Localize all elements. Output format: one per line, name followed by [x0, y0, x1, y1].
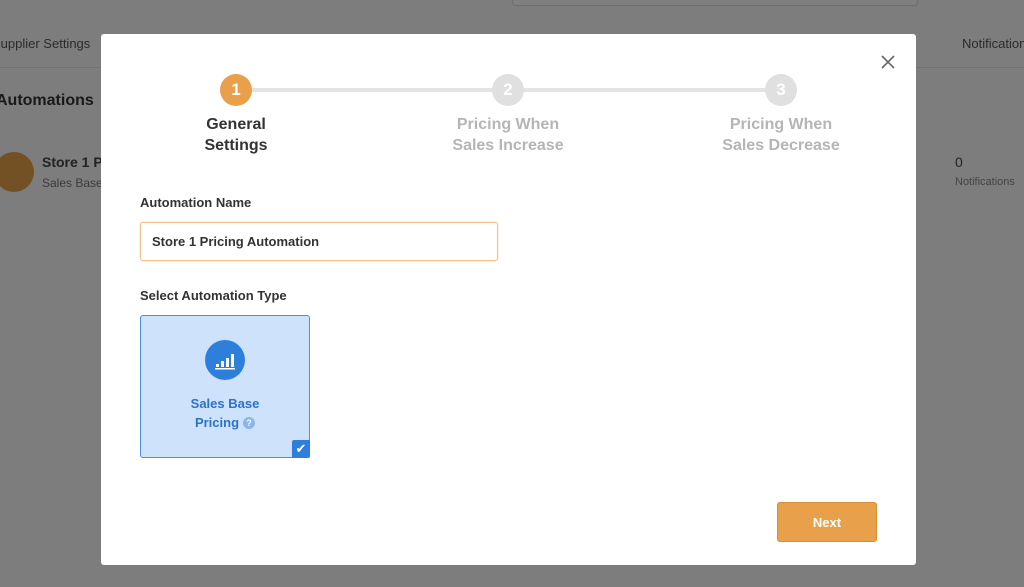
create-automation-modal: 1 General Settings 2 Pricing When Sales …	[101, 34, 916, 565]
step-label-line: Sales Decrease	[722, 137, 840, 154]
automation-type-card-sales-base-pricing[interactable]: Sales Base Pricing? ✔	[140, 315, 310, 458]
step-pricing-sales-increase[interactable]: 2 Pricing When Sales Increase	[428, 74, 588, 156]
automation-type-label-text: Sales Base Pricing?	[141, 394, 309, 432]
checkmark-icon: ✔	[292, 440, 310, 458]
next-button[interactable]: Next	[777, 502, 877, 542]
step-number-badge: 2	[492, 74, 524, 106]
automation-type-label: Select Automation Type	[140, 288, 287, 303]
step-number-badge: 1	[220, 74, 252, 106]
step-label-line: General	[206, 116, 266, 133]
step-label: Pricing When Sales Decrease	[701, 114, 861, 156]
automation-name-label: Automation Name	[140, 195, 252, 210]
stepper: 1 General Settings 2 Pricing When Sales …	[101, 74, 916, 174]
close-button[interactable]	[878, 52, 898, 72]
type-label-line: Sales Base	[190, 396, 260, 411]
automation-name-input[interactable]	[140, 222, 498, 261]
step-label: Pricing When Sales Increase	[428, 114, 588, 156]
bar-chart-icon	[205, 340, 245, 380]
help-icon[interactable]: ?	[243, 417, 256, 429]
type-label-text: Pricing	[194, 415, 240, 430]
step-label-line: Pricing When	[729, 116, 833, 133]
type-label-line: Pricing?	[141, 413, 309, 432]
step-label-line: Settings	[204, 137, 268, 154]
step-label-line: Sales Increase	[452, 137, 564, 154]
step-label-line: Pricing When	[456, 116, 560, 133]
close-icon	[881, 55, 895, 69]
step-label: General Settings	[156, 114, 316, 156]
step-general-settings[interactable]: 1 General Settings	[156, 74, 316, 156]
step-number-badge: 3	[765, 74, 797, 106]
step-pricing-sales-decrease[interactable]: 3 Pricing When Sales Decrease	[701, 74, 861, 156]
